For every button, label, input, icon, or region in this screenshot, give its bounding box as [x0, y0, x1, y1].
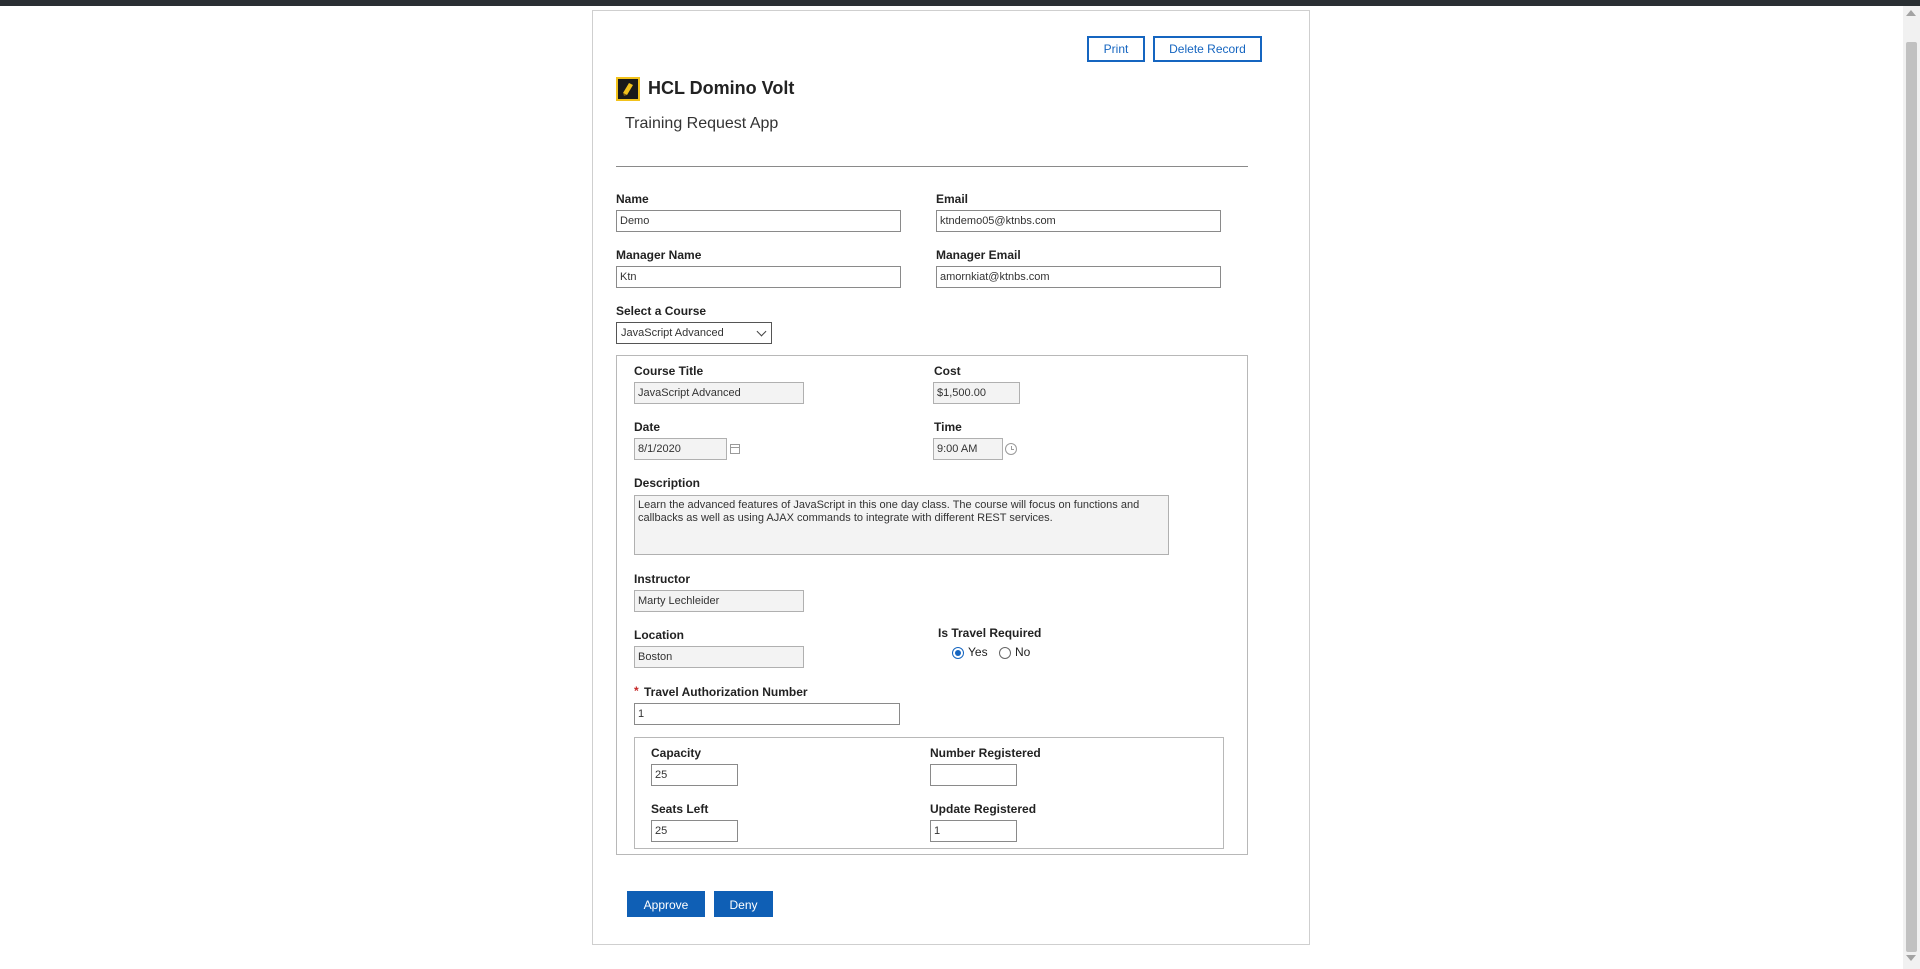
number-registered-input[interactable] [930, 764, 1017, 786]
course-select-value: JavaScript Advanced [621, 327, 724, 339]
course-title-label: Course Title [634, 364, 704, 378]
delete-record-button[interactable]: Delete Record [1153, 36, 1262, 62]
scroll-up-arrow-icon[interactable] [1906, 10, 1916, 16]
travel-auth-input[interactable]: 1 [634, 703, 900, 725]
update-registered-label: Update Registered [930, 802, 1037, 816]
date-field: 8/1/2020 [634, 438, 727, 460]
deny-button[interactable]: Deny [714, 891, 773, 917]
cost-label: Cost [934, 364, 961, 378]
number-registered-label: Number Registered [930, 746, 1041, 760]
manager-email-label: Manager Email [936, 248, 1021, 262]
course-title-field: JavaScript Advanced [634, 382, 804, 404]
capacity-label: Capacity [651, 746, 702, 760]
location-label: Location [634, 628, 684, 642]
manager-name-input[interactable]: Ktn [616, 266, 901, 288]
capacity-input[interactable]: 25 [651, 764, 738, 786]
date-label: Date [634, 420, 661, 434]
clock-icon [1005, 443, 1017, 455]
email-label: Email [936, 192, 969, 206]
domino-volt-logo-icon [616, 77, 640, 101]
name-label: Name [616, 192, 649, 206]
cost-field: $1,500.00 [933, 382, 1020, 404]
browser-top-bar [0, 0, 1920, 6]
manager-name-label: Manager Name [616, 248, 702, 262]
description-label: Description [634, 476, 701, 490]
travel-auth-label: Travel Authorization Number [644, 685, 808, 699]
name-input[interactable]: Demo [616, 210, 901, 232]
instructor-field: Marty Lechleider [634, 590, 804, 612]
email-input[interactable]: ktndemo05@ktnbs.com [936, 210, 1221, 232]
manager-email-input[interactable]: amornkiat@ktnbs.com [936, 266, 1221, 288]
print-button[interactable]: Print [1087, 36, 1145, 62]
required-asterisk: * [634, 684, 639, 698]
travel-yes-radio[interactable] [952, 647, 964, 659]
description-field: Learn the advanced features of JavaScrip… [634, 495, 1169, 555]
seats-left-label: Seats Left [651, 802, 709, 816]
travel-yes-label: Yes [968, 645, 988, 659]
scroll-down-arrow-icon[interactable] [1906, 955, 1916, 961]
time-field: 9:00 AM [933, 438, 1003, 460]
location-field: Boston [634, 646, 804, 668]
course-select-label: Select a Course [616, 304, 707, 318]
course-select[interactable]: JavaScript Advanced [616, 322, 772, 344]
travel-no-label: No [1015, 645, 1031, 659]
page-subtitle: Training Request App [625, 115, 779, 132]
page-title: HCL Domino Volt [648, 78, 795, 98]
scrollbar-thumb[interactable] [1906, 42, 1917, 952]
seats-left-input[interactable]: 25 [651, 820, 738, 842]
time-label: Time [934, 420, 962, 434]
calendar-icon [730, 444, 740, 454]
header-divider [616, 166, 1248, 167]
update-registered-input[interactable]: 1 [930, 820, 1017, 842]
travel-required-label: Is Travel Required [938, 626, 1042, 640]
chevron-down-icon [756, 326, 767, 337]
travel-no-radio[interactable] [999, 647, 1011, 659]
instructor-label: Instructor [634, 572, 691, 586]
approve-button[interactable]: Approve [627, 891, 705, 917]
